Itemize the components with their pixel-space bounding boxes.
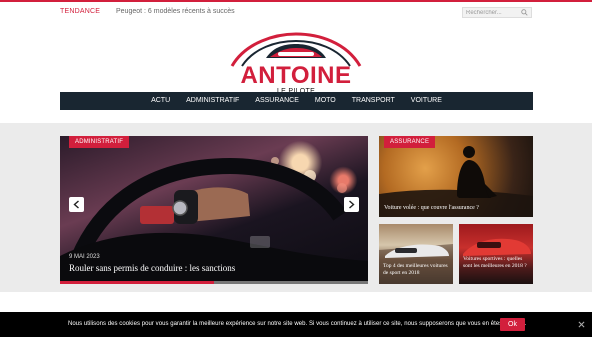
slide-title[interactable]: Rouler sans permis de conduire : les san… xyxy=(69,263,235,273)
nav-item-administratif[interactable]: ADMINISTRATIF xyxy=(186,92,239,110)
cookie-banner: Nous utilisons des cookies pour vous gar… xyxy=(0,312,592,337)
nav-item-actu[interactable]: ACTU xyxy=(151,92,170,110)
nav-item-voiture[interactable]: VOITURE xyxy=(411,92,442,110)
card-title[interactable]: Top 4 des meilleures voitures de sport e… xyxy=(383,263,451,278)
category-badge[interactable]: ASSURANCE xyxy=(384,136,436,148)
chevron-right-icon xyxy=(349,200,355,209)
cookie-ok-button[interactable]: Ok xyxy=(500,318,525,331)
site-header: ANTOINE LE PILOTE ACTU ADMINISTRATIF ASS… xyxy=(0,22,592,123)
content-divider xyxy=(0,292,592,312)
chevron-left-icon xyxy=(73,200,79,209)
slide-image xyxy=(60,157,368,284)
slider-prev-button[interactable] xyxy=(69,197,84,212)
article-card-sport-cars[interactable]: Top 4 des meilleures voitures de sport e… xyxy=(379,224,453,284)
logo-name: ANTOINE xyxy=(240,62,352,89)
slide-date: 9 MAI 2023 xyxy=(69,254,100,260)
featured-slider[interactable]: ADMINISTRATIF 9 MAI 2023 Rouler sans per… xyxy=(60,136,368,284)
cookie-text: Nous utilisons des cookies pour vous gar… xyxy=(68,321,527,327)
article-card-insurance[interactable]: ASSURANCE Voiture volée : que couvre l'a… xyxy=(379,136,533,217)
card-title[interactable]: Voitures sportives : quelles sont les me… xyxy=(463,256,529,271)
card-title[interactable]: Voiture volée : que couvre l'assurance ? xyxy=(384,204,479,212)
trend-label: TENDANCE xyxy=(60,8,101,15)
top-bar: TENDANCE Peugeot : 6 modèles récents à s… xyxy=(0,0,592,22)
search-input[interactable] xyxy=(466,9,520,17)
main-nav: ACTU ADMINISTRATIF ASSURANCE MOTO TRANSP… xyxy=(60,92,533,110)
card-image xyxy=(463,238,531,256)
nav-item-assurance[interactable]: ASSURANCE xyxy=(255,92,299,110)
site-logo[interactable]: ANTOINE LE PILOTE xyxy=(226,28,366,95)
nav-item-transport[interactable]: TRANSPORT xyxy=(352,92,395,110)
article-card-sport-cars-2018[interactable]: Voitures sportives : quelles sont les me… xyxy=(459,224,533,284)
slider-progress xyxy=(60,281,368,284)
slider-next-button[interactable] xyxy=(344,197,359,212)
trend-link[interactable]: Peugeot : 6 modèles récents à succès xyxy=(116,8,235,15)
slider-progress-fill xyxy=(60,281,214,284)
nav-item-moto[interactable]: MOTO xyxy=(315,92,336,110)
category-badge[interactable]: ADMINISTRATIF xyxy=(69,136,130,148)
search-box xyxy=(462,7,532,18)
close-icon[interactable] xyxy=(578,321,585,328)
search-icon[interactable] xyxy=(521,9,528,16)
